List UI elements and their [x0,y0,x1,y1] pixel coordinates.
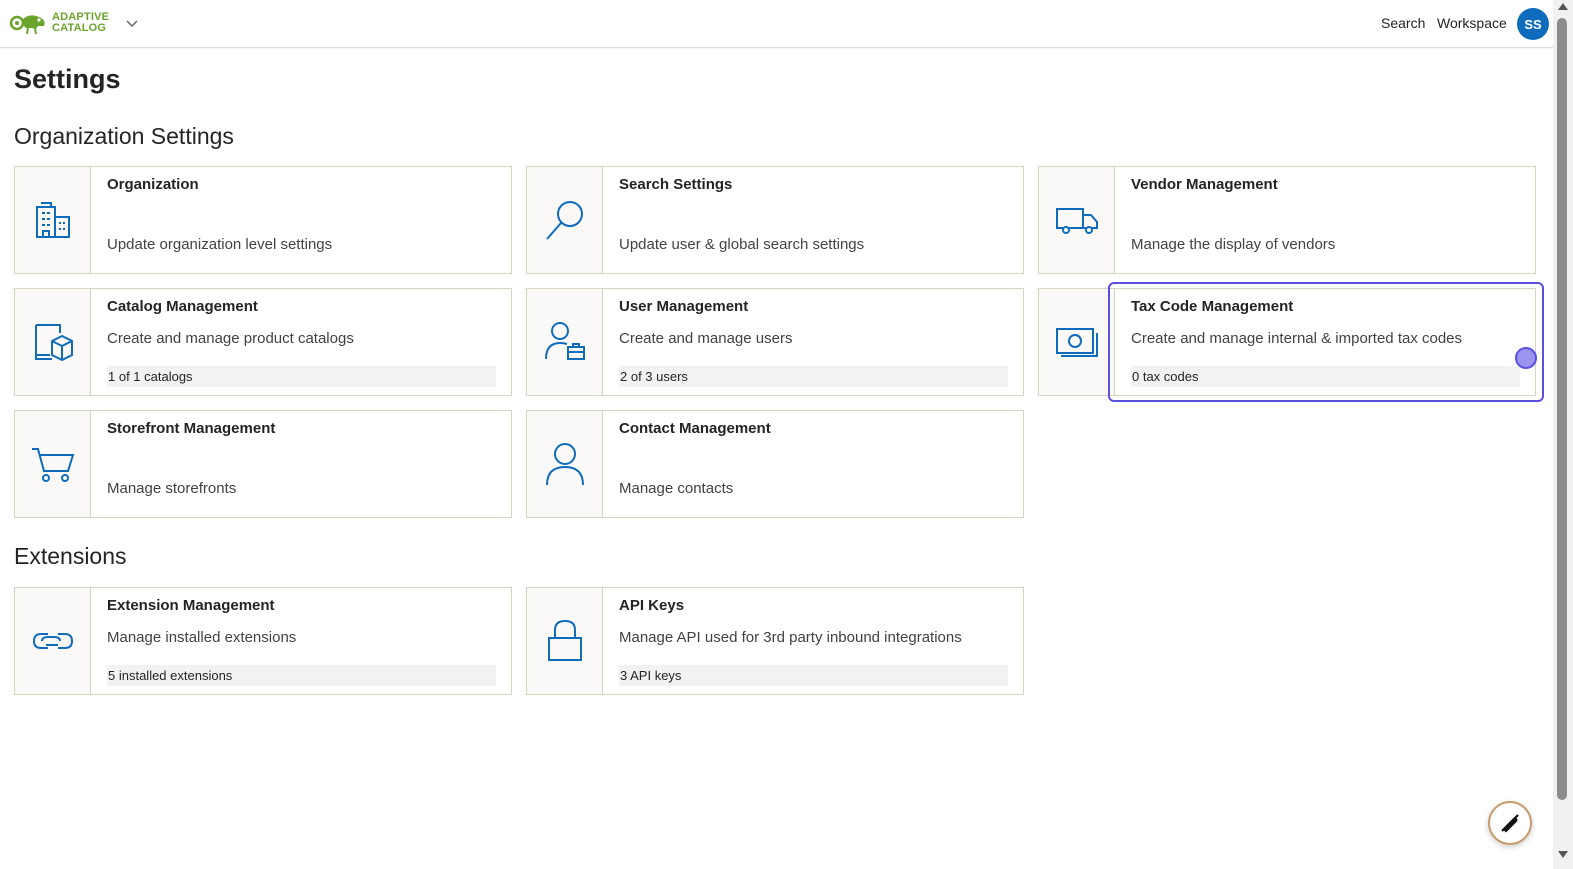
card-title: API Keys [619,597,685,614]
card-description: Manage storefronts [107,480,237,497]
logo-line-2: CATALOG [52,22,107,34]
card-description: Create and manage product catalogs [107,330,354,347]
chevron-down-icon[interactable] [124,15,140,31]
lock-icon [547,619,582,661]
truck-icon [1055,208,1098,234]
card-icon-cell [15,588,91,694]
card-title: User Management [619,298,749,315]
card-icon-cell [1039,289,1115,395]
vendor-management-card[interactable]: Vendor Management Manage the display of … [1038,166,1536,274]
card-description: Manage the display of vendors [1131,236,1336,253]
card-icon-cell [527,588,603,694]
card-title: Organization [107,176,199,193]
scroll-thumb[interactable] [1557,18,1567,800]
cart-icon [31,448,74,482]
extension-management-card[interactable]: Extension Management Manage installed ex… [14,587,512,695]
card-title: Contact Management [619,420,771,437]
search-settings-card[interactable]: Search Settings Update user & global sea… [526,166,1024,274]
card-description: Update organization level settings [107,236,333,253]
card-title: Extension Management [107,597,275,614]
card-count-badge: 1 of 1 catalogs [107,366,496,387]
card-count-badge: 5 installed extensions [107,665,496,686]
logo-text: ADAPTIVE CATALOG [52,12,109,34]
app-logo[interactable]: ADAPTIVE CATALOG [8,10,109,36]
scroll-down-arrow-icon[interactable] [1558,851,1568,858]
focus-highlight [1108,282,1544,402]
search-icon [545,201,583,240]
api-keys-card[interactable]: API Keys Manage API used for 3rd party i… [526,587,1024,695]
link-icon [32,633,73,649]
card-description: Manage installed extensions [107,629,297,646]
card-icon-cell [527,289,603,395]
floating-tool-button[interactable] [1488,801,1532,845]
user-avatar[interactable]: SS [1517,8,1549,40]
card-count-badge: 3 API keys [619,665,1008,686]
user-management-card[interactable]: User Management Create and manage users … [526,288,1024,396]
card-description: Update user & global search settings [619,236,865,253]
pen-slash-icon [1501,814,1519,833]
card-count-badge: 2 of 3 users [619,366,1008,387]
person-icon [545,443,584,486]
storefront-management-card[interactable]: Storefront Management Manage storefronts [14,410,512,518]
card-description: Manage API used for 3rd party inbound in… [619,629,962,646]
card-icon-cell [527,167,603,273]
card-title: Storefront Management [107,420,276,437]
vertical-scrollbar[interactable] [1553,0,1573,869]
catalog-management-card[interactable]: Catalog Management Create and manage pro… [14,288,512,396]
card-title: Search Settings [619,176,733,193]
card-icon-cell [15,411,91,517]
extensions-heading: Extensions [14,543,127,569]
page-title: Settings [14,64,121,94]
organization-card[interactable]: Organization Update organization level s… [14,166,512,274]
catalog-box-icon [34,324,73,362]
search-nav-link[interactable]: Search [1381,15,1425,31]
card-title: Catalog Management [107,298,258,315]
building-icon [35,202,70,238]
card-description: Create and manage users [619,330,793,347]
card-description: Manage contacts [619,480,734,497]
cursor-marker [1515,347,1537,369]
organization-settings-heading: Organization Settings [14,123,234,149]
card-icon-cell [15,167,91,273]
top-bar: ADAPTIVE CATALOG Search Workspace SS [0,0,1553,48]
chameleon-logo-icon [9,15,45,35]
user-briefcase-icon [544,322,585,360]
card-icon-cell [527,411,603,517]
card-title: Vendor Management [1131,176,1278,193]
card-icon-cell [1039,167,1115,273]
workspace-nav-link[interactable]: Workspace [1437,15,1507,31]
scroll-up-arrow-icon[interactable] [1558,3,1568,10]
contact-management-card[interactable]: Contact Management Manage contacts [526,410,1024,518]
money-icon [1055,328,1098,357]
card-icon-cell [15,289,91,395]
